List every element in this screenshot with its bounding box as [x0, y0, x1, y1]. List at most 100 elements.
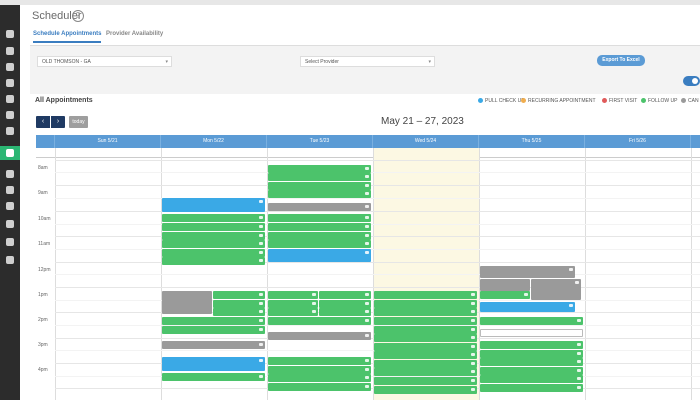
appointment-block[interactable]	[480, 358, 583, 366]
appointment-block[interactable]	[162, 373, 265, 381]
appointment-block[interactable]	[268, 300, 318, 308]
calendar-icon	[365, 242, 369, 245]
appointment-block[interactable]	[319, 308, 371, 316]
user-icon[interactable]	[6, 79, 14, 87]
appointment-block[interactable]	[268, 308, 318, 316]
appointment-block[interactable]	[374, 360, 477, 368]
appointment-block[interactable]	[268, 366, 371, 374]
appointment-block[interactable]	[268, 357, 371, 365]
appointment-block[interactable]	[480, 266, 575, 278]
appointment-block[interactable]	[268, 374, 371, 382]
appointment-block[interactable]	[213, 291, 265, 299]
appointment-block[interactable]	[162, 326, 265, 334]
appointment-block[interactable]	[268, 223, 371, 231]
day-header: Tue 5/23	[267, 135, 373, 148]
appointment-block[interactable]	[268, 165, 371, 173]
appointment-block[interactable]	[162, 291, 212, 314]
appointment-block[interactable]	[374, 300, 477, 308]
tab-provider-availability[interactable]: Provider Availability	[106, 31, 163, 37]
appointment-block[interactable]	[480, 279, 530, 291]
calendar-icon	[259, 251, 263, 254]
appointment-block[interactable]	[268, 332, 371, 340]
hour-label: 3pm	[38, 342, 48, 348]
list-icon[interactable]	[6, 202, 14, 210]
appointment-block[interactable]	[162, 317, 265, 325]
tag-icon[interactable]	[6, 220, 14, 228]
legend-label: FOLLOW UP	[648, 98, 678, 104]
appointment-block[interactable]	[268, 214, 371, 222]
appointment-block[interactable]	[162, 357, 265, 371]
appointment-block[interactable]	[480, 350, 583, 358]
prev-week-button[interactable]: ‹	[36, 116, 50, 128]
appointment-block[interactable]	[162, 214, 265, 222]
bell-icon[interactable]	[6, 186, 14, 194]
appointment-block[interactable]	[480, 302, 575, 312]
appointment-block[interactable]	[531, 279, 581, 300]
appointment-block[interactable]	[374, 377, 477, 385]
appointment-block[interactable]	[268, 249, 371, 262]
appointment-block[interactable]	[374, 386, 477, 394]
scheduler-nav-item[interactable]	[0, 146, 20, 160]
appointment-block[interactable]	[213, 300, 265, 308]
appointment-block[interactable]	[268, 291, 318, 299]
help-icon[interactable]: ?	[72, 10, 84, 22]
appointment-block[interactable]	[162, 198, 265, 212]
hour-line	[55, 236, 700, 237]
bell-icon[interactable]	[6, 63, 14, 71]
appointment-block[interactable]	[374, 291, 477, 299]
appointment-block[interactable]	[374, 368, 477, 376]
appointment-block[interactable]	[268, 190, 371, 198]
provider-select[interactable]: Select Provider ▾	[300, 56, 435, 67]
appointment-block[interactable]	[162, 249, 265, 257]
appointment-block[interactable]	[162, 341, 265, 349]
appointment-block[interactable]	[480, 367, 583, 375]
appointment-block[interactable]	[374, 343, 477, 351]
calendar-icon	[577, 377, 581, 380]
appointment-block[interactable]	[213, 308, 265, 316]
legend-dot	[478, 98, 483, 103]
tab-schedule-appointments[interactable]: Schedule Appointments	[33, 31, 102, 43]
next-week-button[interactable]: ›	[51, 116, 65, 128]
appointment-block[interactable]	[268, 232, 371, 240]
appointment-block[interactable]	[162, 257, 265, 265]
document-icon[interactable]	[6, 256, 14, 264]
calendar-icon	[471, 345, 475, 348]
flag-icon[interactable]	[6, 111, 14, 119]
appointment-block[interactable]	[268, 173, 371, 181]
home-icon[interactable]	[6, 30, 14, 38]
appointment-block[interactable]	[480, 291, 530, 299]
dollar-icon[interactable]	[6, 170, 14, 178]
appointment-block[interactable]	[268, 240, 371, 248]
appointment-block[interactable]	[268, 203, 371, 211]
appointment-block[interactable]	[374, 351, 477, 359]
view-toggle[interactable]	[683, 76, 700, 86]
appointment-block[interactable]	[162, 232, 265, 240]
appointment-block[interactable]	[374, 326, 477, 334]
appointment-block[interactable]	[374, 308, 477, 316]
appointment-block[interactable]	[268, 383, 371, 391]
appointment-block[interactable]	[319, 300, 371, 308]
appointment-block[interactable]	[319, 291, 371, 299]
appointment-block[interactable]	[162, 240, 265, 248]
half-hour-line	[55, 224, 700, 225]
appointment-block[interactable]	[268, 182, 371, 190]
appointment-block[interactable]	[480, 384, 583, 392]
calendar-icon	[471, 302, 475, 305]
hour-label: 9am	[38, 190, 48, 196]
appointment-block[interactable]	[162, 223, 265, 231]
appointment-block[interactable]	[480, 329, 583, 337]
legend-item: CAN	[681, 98, 699, 104]
appointment-block[interactable]	[480, 317, 583, 325]
appointment-block[interactable]	[480, 375, 583, 383]
calendar-icon[interactable]	[6, 47, 14, 55]
file-icon[interactable]	[6, 238, 14, 246]
location-select[interactable]: OLD THOMSON - GA ▾	[37, 56, 172, 67]
appointment-block[interactable]	[374, 334, 477, 342]
today-button[interactable]: today	[69, 116, 88, 128]
appointment-block[interactable]	[268, 317, 371, 325]
upload-icon[interactable]	[6, 127, 14, 135]
export-to-excel-button[interactable]: Export To Excel	[597, 55, 645, 66]
gear-icon[interactable]	[6, 95, 14, 103]
appointment-block[interactable]	[374, 317, 477, 325]
appointment-block[interactable]	[480, 341, 583, 349]
